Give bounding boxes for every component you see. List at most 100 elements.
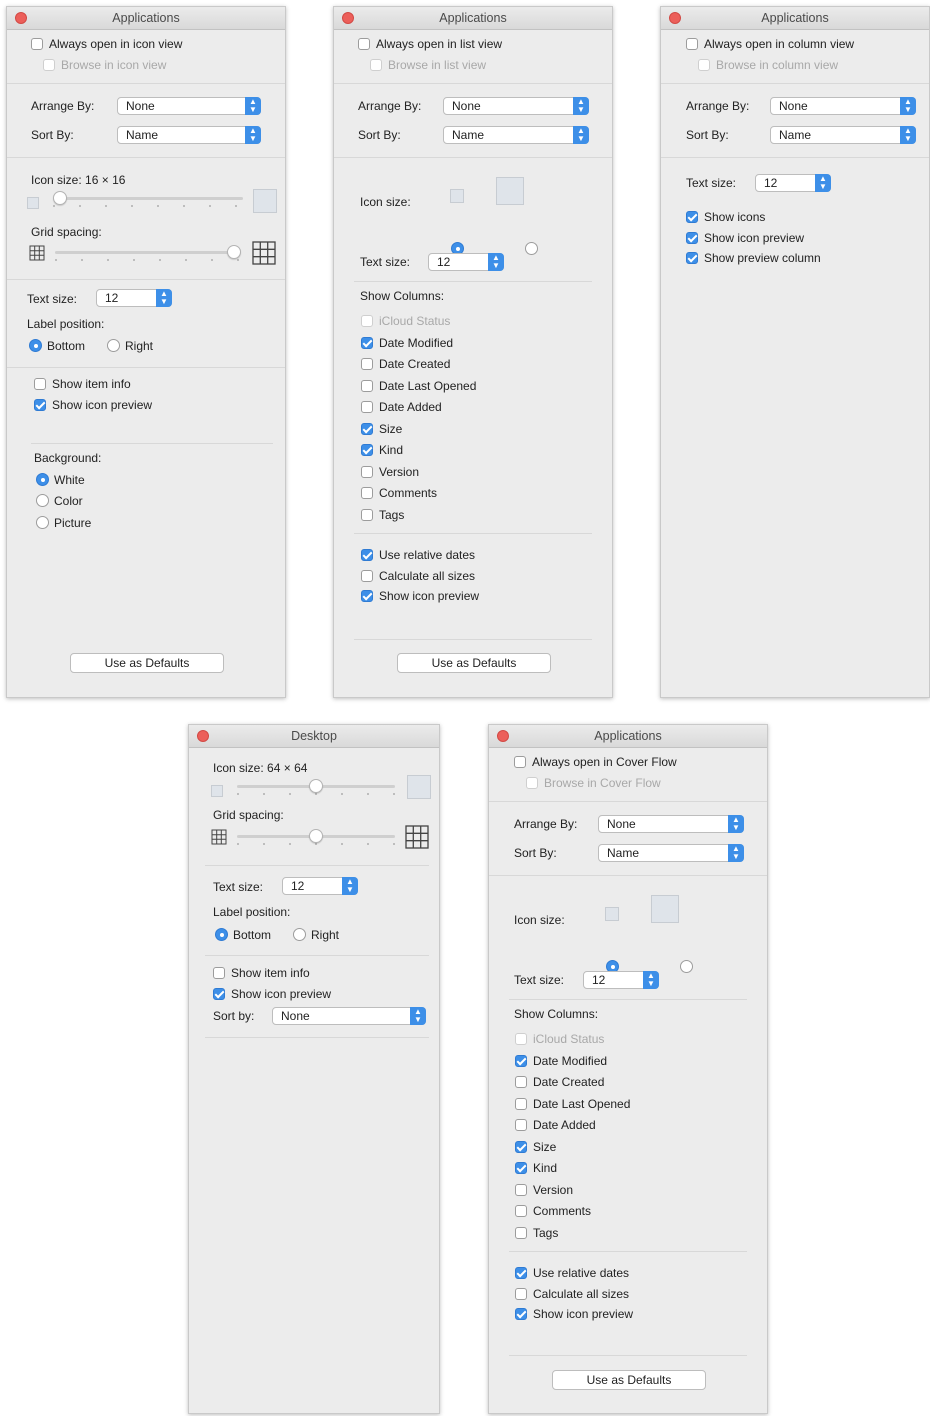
slider-knob[interactable] (53, 191, 67, 205)
grid-spacing-slider[interactable] (237, 829, 395, 845)
column-date-last-opened-checkbox[interactable]: Date Last Opened (515, 1097, 630, 1111)
radio-dot[interactable] (29, 339, 42, 352)
show-preview-column-checkbox[interactable]: Show preview column (686, 251, 821, 265)
column-comments-checkbox[interactable]: Comments (515, 1204, 591, 1218)
checkbox-box[interactable] (361, 549, 373, 561)
icon-size-slider[interactable] (237, 779, 395, 795)
show-icon-preview-checkbox[interactable]: Show icon preview (515, 1307, 633, 1321)
radio-dot[interactable] (107, 339, 120, 352)
column-date-added-checkbox[interactable]: Date Added (515, 1118, 596, 1132)
checkbox-box[interactable] (515, 1184, 527, 1196)
checkbox-box[interactable] (515, 1141, 527, 1153)
large-icon-radio[interactable] (525, 242, 539, 255)
column-date-added-checkbox[interactable]: Date Added (361, 400, 442, 414)
calculate-all-sizes-checkbox[interactable]: Calculate all sizes (361, 569, 475, 583)
label-bottom-radio[interactable]: Bottom (29, 339, 85, 353)
arrange-by-popup[interactable]: None ▲ ▼ (770, 97, 916, 115)
bg-white-radio[interactable]: White (36, 473, 85, 487)
checkbox-box[interactable] (515, 1267, 527, 1279)
checkbox-box[interactable] (515, 1308, 527, 1320)
text-size-popup[interactable]: 12 ▲ ▼ (96, 289, 172, 307)
radio-dot[interactable] (36, 494, 49, 507)
bg-picture-radio[interactable]: Picture (36, 516, 91, 530)
close-icon[interactable] (342, 12, 354, 24)
checkbox-box[interactable] (515, 1162, 527, 1174)
show-icons-checkbox[interactable]: Show icons (686, 210, 765, 224)
column-date-created-checkbox[interactable]: Date Created (515, 1075, 604, 1089)
column-tags-checkbox[interactable]: Tags (515, 1226, 558, 1240)
checkbox-box[interactable] (515, 1288, 527, 1300)
checkbox-box[interactable] (515, 1119, 527, 1131)
always-open-checkbox[interactable]: Always open in list view (358, 37, 502, 51)
checkbox-box[interactable] (686, 232, 698, 244)
always-open-checkbox[interactable]: Always open in icon view (31, 37, 182, 51)
checkbox-box[interactable] (361, 358, 373, 370)
use-relative-dates-checkbox[interactable]: Use relative dates (361, 548, 475, 562)
checkbox-box[interactable] (686, 252, 698, 264)
column-date-modified-checkbox[interactable]: Date Modified (515, 1054, 607, 1068)
radio-dot[interactable] (293, 928, 306, 941)
radio-dot[interactable] (36, 516, 49, 529)
close-icon[interactable] (15, 12, 27, 24)
column-date-created-checkbox[interactable]: Date Created (361, 357, 450, 371)
arrange-by-popup[interactable]: None ▲ ▼ (598, 815, 744, 833)
calculate-all-sizes-checkbox[interactable]: Calculate all sizes (515, 1287, 629, 1301)
use-as-defaults-button[interactable]: Use as Defaults (70, 653, 224, 673)
text-size-popup[interactable]: 12 ▲ ▼ (428, 253, 504, 271)
checkbox-box[interactable] (213, 967, 225, 979)
arrange-by-popup[interactable]: None ▲ ▼ (443, 97, 589, 115)
show-item-info-checkbox[interactable]: Show item info (213, 966, 310, 980)
checkbox-box[interactable] (34, 378, 46, 390)
checkbox-box[interactable] (361, 466, 373, 478)
large-icon-radio[interactable] (680, 960, 694, 973)
slider-knob[interactable] (227, 245, 241, 259)
checkbox-box[interactable] (515, 1098, 527, 1110)
column-version-checkbox[interactable]: Version (361, 465, 419, 479)
slider-knob[interactable] (309, 829, 323, 843)
label-right-radio[interactable]: Right (107, 339, 153, 353)
checkbox-box[interactable] (361, 401, 373, 413)
always-open-checkbox[interactable]: Always open in Cover Flow (514, 755, 677, 769)
use-as-defaults-button[interactable]: Use as Defaults (552, 1370, 706, 1390)
show-icon-preview-checkbox[interactable]: Show icon preview (361, 589, 479, 603)
arrange-by-popup[interactable]: None ▲ ▼ (117, 97, 261, 115)
label-right-radio[interactable]: Right (293, 928, 339, 942)
sort-by-popup[interactable]: Name ▲ ▼ (117, 126, 261, 144)
column-size-checkbox[interactable]: Size (515, 1140, 556, 1154)
checkbox-box[interactable] (515, 1076, 527, 1088)
slider-knob[interactable] (309, 779, 323, 793)
checkbox-box[interactable] (361, 570, 373, 582)
bg-color-radio[interactable]: Color (36, 494, 83, 508)
radio-dot[interactable] (36, 473, 49, 486)
show-icon-preview-checkbox[interactable]: Show icon preview (34, 398, 152, 412)
checkbox-box[interactable] (213, 988, 225, 1000)
sort-by-popup[interactable]: Name ▲ ▼ (770, 126, 916, 144)
checkbox-box[interactable] (514, 756, 526, 768)
use-relative-dates-checkbox[interactable]: Use relative dates (515, 1266, 629, 1280)
checkbox-box[interactable] (358, 38, 370, 50)
show-item-info-checkbox[interactable]: Show item info (34, 377, 131, 391)
checkbox-box[interactable] (361, 444, 373, 456)
checkbox-box[interactable] (361, 509, 373, 521)
grid-spacing-slider[interactable] (55, 245, 241, 261)
text-size-popup[interactable]: 12 ▲ ▼ (755, 174, 831, 192)
checkbox-box[interactable] (686, 38, 698, 50)
close-icon[interactable] (197, 730, 209, 742)
column-version-checkbox[interactable]: Version (515, 1183, 573, 1197)
checkbox-box[interactable] (515, 1227, 527, 1239)
checkbox-box[interactable] (34, 399, 46, 411)
checkbox-box[interactable] (361, 487, 373, 499)
checkbox-box[interactable] (515, 1055, 527, 1067)
checkbox-box[interactable] (361, 423, 373, 435)
close-icon[interactable] (669, 12, 681, 24)
radio-dot[interactable] (215, 928, 228, 941)
close-icon[interactable] (497, 730, 509, 742)
text-size-popup[interactable]: 12 ▲ ▼ (583, 971, 659, 989)
show-icon-preview-checkbox[interactable]: Show icon preview (686, 231, 804, 245)
always-open-checkbox[interactable]: Always open in column view (686, 37, 854, 51)
sort-by-popup[interactable]: Name ▲ ▼ (443, 126, 589, 144)
column-tags-checkbox[interactable]: Tags (361, 508, 404, 522)
checkbox-box[interactable] (515, 1205, 527, 1217)
label-bottom-radio[interactable]: Bottom (215, 928, 271, 942)
sort-by-popup[interactable]: Name ▲ ▼ (598, 844, 744, 862)
